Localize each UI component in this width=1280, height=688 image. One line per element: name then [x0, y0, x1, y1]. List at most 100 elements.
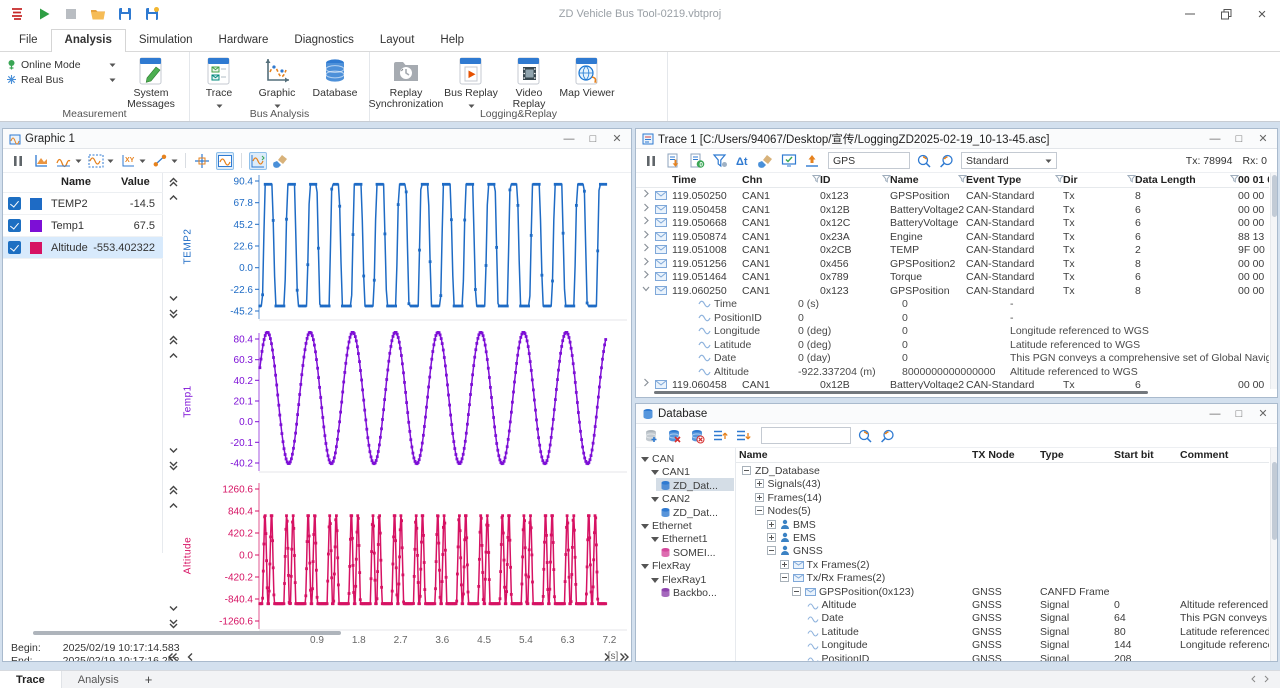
wave-window-icon[interactable]	[216, 152, 234, 170]
maximize-icon[interactable]: □	[1227, 130, 1251, 147]
save-as-button[interactable]	[143, 5, 161, 23]
search-prev-icon[interactable]	[856, 427, 874, 445]
database-tree-row[interactable]: EMS	[736, 531, 1269, 545]
database-tree-row[interactable]: Tx Frames(2)	[736, 558, 1269, 572]
legend-row-altitude[interactable]: Altitude-553.402322	[3, 237, 163, 259]
ribbon-button-database[interactable]: Database	[306, 52, 364, 99]
trace-signal-row[interactable]: Latitude0 (deg)0Latitude referenced to W…	[636, 338, 1269, 352]
expand-all-icon[interactable]	[734, 427, 752, 445]
close-icon[interactable]: ✕	[605, 130, 629, 147]
trace-panel-titlebar[interactable]: Trace 1 [C:/Users/94067/Desktop/宣传/Loggi…	[636, 129, 1277, 149]
trace-signal-row[interactable]: Date0 (day)0This PGN conveys a comprehen…	[636, 351, 1269, 365]
scroll-thumb[interactable]	[1272, 175, 1277, 217]
chevron-right-icon[interactable]	[642, 203, 650, 215]
pause-icon[interactable]	[642, 152, 660, 170]
chevron-left-icon[interactable]	[185, 651, 196, 662]
channel-tree-item-backbo[interactable]: Backbo...	[636, 586, 735, 600]
brush-icon[interactable]	[272, 152, 290, 170]
ribbon-button-system-messages[interactable]: System Messages	[122, 52, 180, 110]
database-tree-row[interactable]: LongitudeGNSSSignal144Longitude referenc…	[736, 638, 1269, 652]
run-button[interactable]	[35, 5, 53, 23]
chevron-up-icon[interactable]	[165, 349, 181, 363]
column-header-start-bit[interactable]: Start bit	[1114, 449, 1154, 461]
database-tree-row[interactable]: ZD_Database	[736, 464, 1269, 478]
scroll-thumb[interactable]	[1272, 462, 1277, 540]
column-header-dir[interactable]: Dir	[1063, 174, 1078, 186]
chevron-right-icon[interactable]	[601, 651, 612, 662]
workspace-tab-analysis[interactable]: Analysis	[62, 671, 135, 688]
minimize-icon[interactable]: —	[557, 130, 581, 147]
column-header-00-01-0[interactable]: 00 01 0	[1238, 174, 1269, 186]
search-next-icon[interactable]	[938, 152, 956, 170]
database-tree-row[interactable]: Nodes(5)	[736, 504, 1269, 518]
trace-signal-row[interactable]: Time0 (s)0-	[636, 297, 1269, 311]
chevron-right-icon[interactable]	[642, 257, 650, 269]
chevron-right-icon[interactable]	[642, 216, 650, 228]
database-tree-row[interactable]: AltitudeGNSSSignal0Altitude referenced t…	[736, 598, 1269, 612]
chevron-down-icon[interactable]	[171, 155, 178, 167]
trace-search-input[interactable]	[828, 152, 910, 169]
chevron-left-icon[interactable]	[1250, 674, 1256, 686]
collapse-icon[interactable]	[742, 466, 751, 478]
column-header-comment[interactable]: Comment	[1180, 449, 1228, 461]
tree-expanded-arrow-icon[interactable]	[641, 561, 649, 573]
close-icon[interactable]: ✕	[1251, 405, 1275, 422]
pause-icon[interactable]	[9, 152, 27, 170]
workspace-tab-trace[interactable]: Trace	[0, 671, 62, 688]
legend-row-temp2[interactable]: TEMP2-14.5	[3, 193, 163, 215]
column-header-time[interactable]: Time	[672, 174, 696, 186]
expand-icon[interactable]	[755, 479, 764, 491]
open-project-button[interactable]	[89, 5, 107, 23]
trace-row[interactable]: 119.051008CAN10x2CBTEMPCAN-StandardTx29F…	[636, 243, 1269, 257]
channel-tree-item-somei[interactable]: SOMEI...	[636, 546, 735, 560]
menu-tab-help[interactable]: Help	[427, 30, 477, 51]
minimize-icon[interactable]: —	[1203, 130, 1227, 147]
trace-hscrollbar[interactable]	[654, 391, 1148, 394]
maximize-icon[interactable]: □	[1227, 405, 1251, 422]
chevron-down-icon[interactable]	[165, 443, 181, 457]
trace-row[interactable]: 119.051256CAN10x456GPSPosition2CAN-Stand…	[636, 257, 1269, 271]
trace-row[interactable]: 119.050668CAN10x12CBatteryVoltageCAN-Sta…	[636, 216, 1269, 230]
chevron-down-icon[interactable]	[75, 155, 82, 167]
visibility-checkbox[interactable]	[8, 219, 21, 232]
trace-row[interactable]: 119.050874CAN10x23AEngineCAN-StandardTx6…	[636, 230, 1269, 244]
collapse-all-icon[interactable]	[711, 427, 729, 445]
db-remove-icon[interactable]	[665, 427, 683, 445]
expand-icon[interactable]	[767, 520, 776, 532]
toggle-online-mode[interactable]: Online Mode	[6, 57, 122, 72]
brush-icon[interactable]	[757, 152, 775, 170]
tree-expanded-arrow-icon[interactable]	[651, 494, 659, 506]
ribbon-button-map-viewer[interactable]: Map Viewer	[558, 52, 616, 99]
channel-tree-item-zddat[interactable]: ZD_Dat...	[636, 479, 735, 493]
channel-tree-item-ethernet1[interactable]: Ethernet1	[636, 532, 735, 546]
trace-row[interactable]: 119.060458CAN10x12BBatteryVoltage2CAN-St…	[636, 378, 1269, 389]
tree-expanded-arrow-icon[interactable]	[641, 454, 649, 466]
ribbon-button-replay-synchronization[interactable]: Replay Synchronization	[370, 52, 442, 110]
split-chart-icon[interactable]	[87, 152, 105, 170]
channel-tree-item-flexray[interactable]: FlexRay	[636, 559, 735, 573]
chevron-down-icon[interactable]	[165, 291, 181, 305]
wave-fit-icon[interactable]	[249, 152, 267, 170]
menu-tab-file[interactable]: File	[6, 30, 51, 51]
chevron-right-icon[interactable]	[642, 243, 650, 255]
chevron-right-icon[interactable]	[642, 189, 650, 201]
expand-icon[interactable]	[755, 493, 764, 505]
export-doc-icon[interactable]	[665, 152, 683, 170]
chevron-up-icon[interactable]	[165, 191, 181, 205]
curve-chart-icon[interactable]	[55, 152, 73, 170]
chevron-down-icon[interactable]	[139, 155, 146, 167]
upload-icon[interactable]	[803, 152, 821, 170]
double-chevron-up-icon[interactable]	[165, 333, 181, 347]
database-panel-titlebar[interactable]: Database — □ ✕	[636, 404, 1277, 424]
restore-button[interactable]	[1208, 1, 1244, 27]
column-header-type[interactable]: Type	[1040, 449, 1064, 461]
menu-tab-layout[interactable]: Layout	[367, 30, 428, 51]
column-header-name[interactable]: Name	[890, 174, 919, 186]
chevron-down-icon[interactable]	[165, 601, 181, 615]
database-tree-row[interactable]: Signals(43)	[736, 477, 1269, 491]
double-chevron-up-icon[interactable]	[165, 483, 181, 497]
chevron-down-icon[interactable]	[109, 74, 116, 86]
graphic-panel-titlebar[interactable]: Graphic 1 — □ ✕	[3, 129, 631, 149]
legend-row-temp1[interactable]: Temp167.5	[3, 215, 163, 237]
search-next-icon[interactable]	[879, 427, 897, 445]
